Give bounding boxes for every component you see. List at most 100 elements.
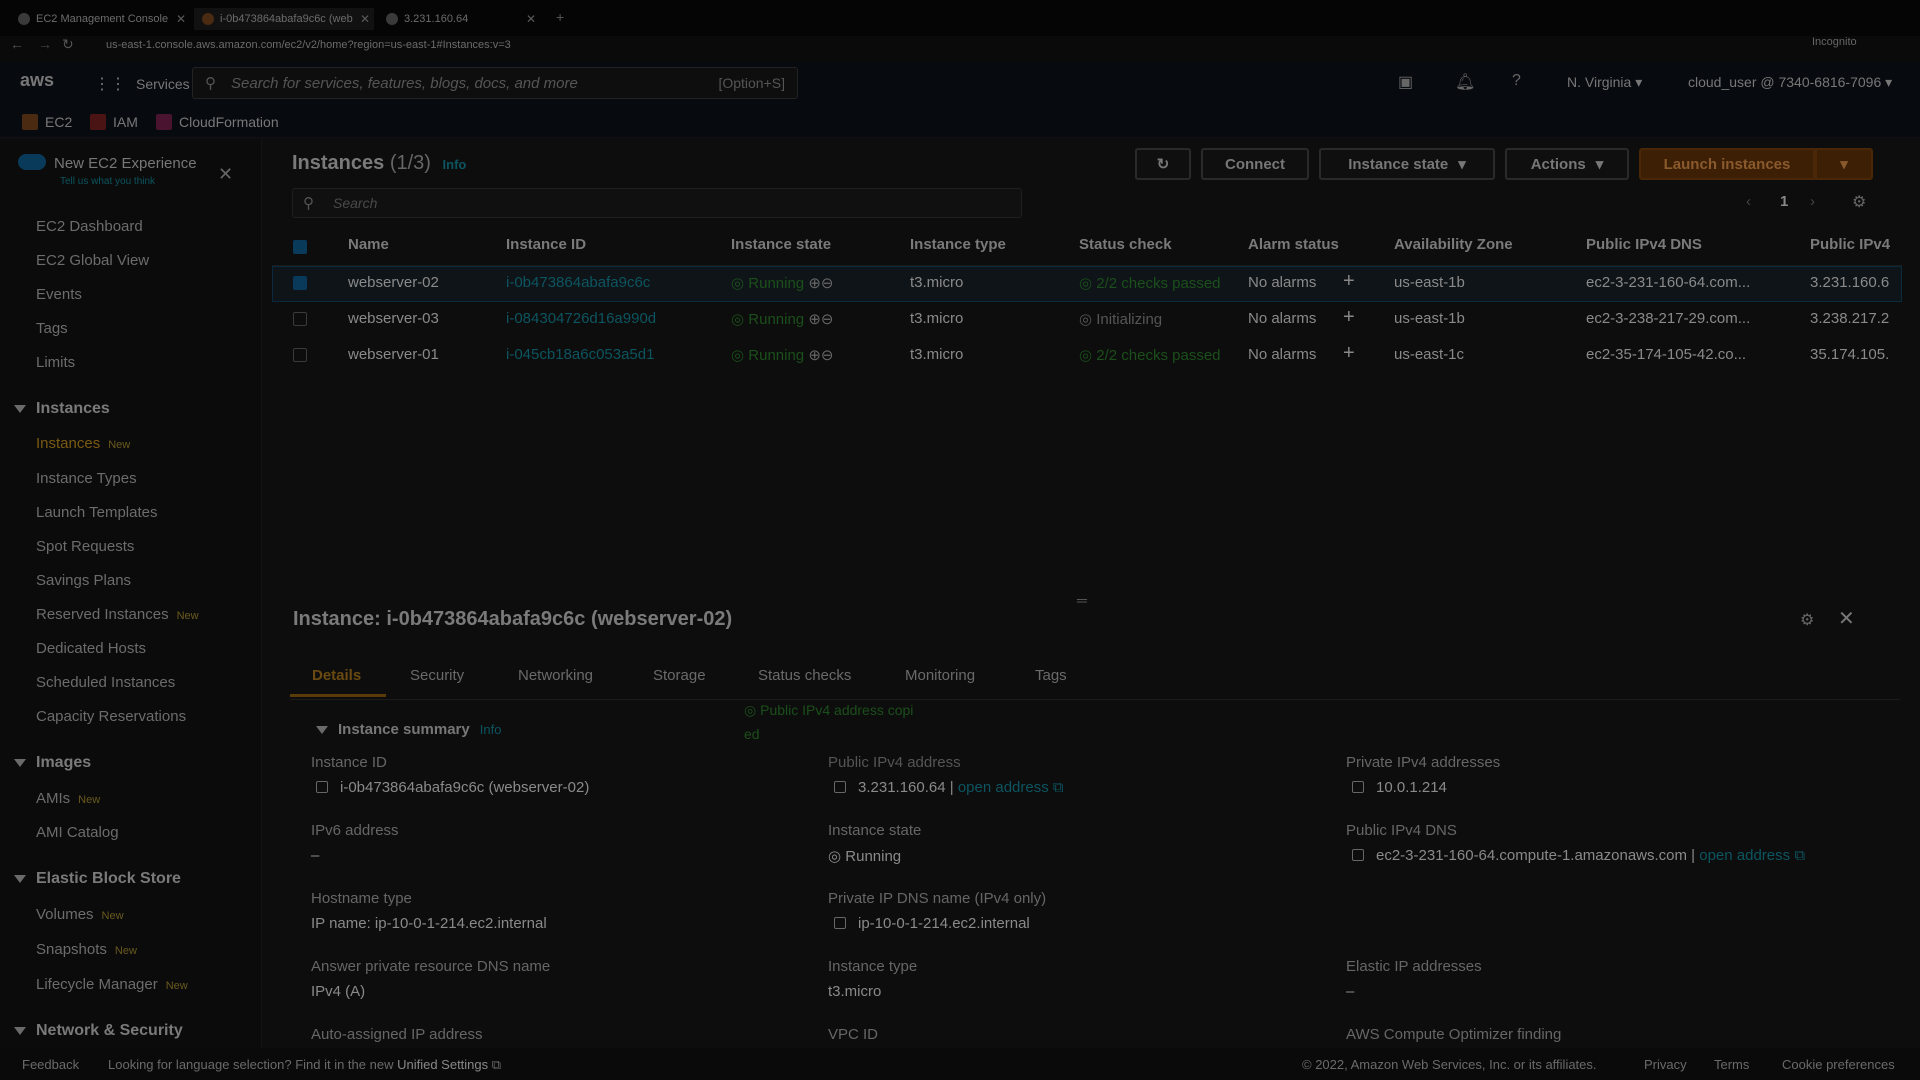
back-icon[interactable]: ← bbox=[10, 36, 24, 52]
close-tab-icon[interactable]: ✕ bbox=[526, 12, 536, 26]
resize-handle-icon[interactable]: ═ bbox=[1077, 592, 1087, 608]
instance-state-button[interactable]: Instance state ▾ bbox=[1319, 148, 1495, 180]
page-number[interactable]: 1 bbox=[1780, 193, 1788, 210]
favorite-ec2[interactable]: EC2 bbox=[22, 114, 72, 130]
column-header[interactable]: Instance type bbox=[910, 236, 1006, 253]
terms-link[interactable]: Terms bbox=[1714, 1057, 1749, 1072]
nav-ec2-dashboard[interactable]: EC2 Dashboard bbox=[36, 218, 143, 235]
close-details-icon[interactable]: ✕ bbox=[1838, 606, 1855, 631]
instance-id-link[interactable]: i-045cb18a6c053a5d1 bbox=[506, 346, 654, 363]
browser-tab-ec2[interactable]: EC2 Management Console ✕ bbox=[10, 8, 190, 30]
row-checkbox[interactable] bbox=[293, 312, 307, 326]
global-search-input[interactable]: ⚲ Search for services, features, blogs, … bbox=[192, 67, 798, 99]
section-instances[interactable]: Instances bbox=[14, 400, 110, 418]
external-link-icon[interactable]: ⧉ bbox=[492, 1057, 501, 1072]
nav-launch-templates[interactable]: Launch Templates bbox=[36, 504, 157, 521]
tab-storage[interactable]: Storage bbox=[653, 667, 706, 684]
copy-icon[interactable] bbox=[834, 781, 846, 793]
section-network-security[interactable]: Network & Security bbox=[14, 1022, 183, 1040]
section-images[interactable]: Images bbox=[14, 754, 91, 772]
settings-gear-icon[interactable]: ⚙ bbox=[1852, 192, 1866, 212]
aws-logo[interactable]: aws bbox=[20, 70, 54, 91]
nav-limits[interactable]: Limits bbox=[36, 354, 75, 371]
next-page-icon[interactable]: › bbox=[1810, 193, 1815, 210]
tab-tags[interactable]: Tags bbox=[1035, 667, 1067, 684]
address-bar[interactable]: us-east-1.console.aws.amazon.com/ec2/v2/… bbox=[88, 36, 1708, 54]
cookie-preferences-link[interactable]: Cookie preferences bbox=[1782, 1057, 1895, 1072]
nav-savings-plans[interactable]: Savings Plans bbox=[36, 572, 131, 589]
column-header[interactable]: Public IPv4 bbox=[1810, 236, 1890, 253]
section-elastic-block-store[interactable]: Elastic Block Store bbox=[14, 870, 181, 888]
external-link-icon[interactable]: ⧉ bbox=[1794, 847, 1805, 864]
nav-ami-catalog[interactable]: AMI Catalog bbox=[36, 824, 119, 841]
connect-button[interactable]: Connect bbox=[1201, 148, 1309, 180]
actions-button[interactable]: Actions ▾ bbox=[1505, 148, 1629, 180]
add-alarm-icon[interactable]: + bbox=[1343, 270, 1355, 293]
column-header[interactable]: Instance ID bbox=[506, 236, 586, 253]
nav-instances[interactable]: Instances New bbox=[36, 435, 130, 452]
instance-id-link[interactable]: i-084304726d16a990d bbox=[506, 310, 656, 327]
copy-icon[interactable] bbox=[1352, 781, 1364, 793]
feedback-link[interactable]: Tell us what you think bbox=[60, 176, 155, 187]
nav-lifecycle-manager[interactable]: Lifecycle Manager New bbox=[36, 976, 188, 993]
nav-events[interactable]: Events bbox=[36, 286, 82, 303]
close-sidebar-icon[interactable]: ✕ bbox=[218, 164, 233, 185]
zoom-icon[interactable]: ⊕⊖ bbox=[808, 347, 833, 364]
reload-icon[interactable]: ↻ bbox=[62, 36, 74, 53]
forward-icon[interactable]: → bbox=[38, 36, 52, 52]
select-all-checkbox[interactable] bbox=[293, 240, 307, 254]
row-checkbox[interactable] bbox=[293, 348, 307, 362]
tab-security[interactable]: Security bbox=[410, 667, 464, 684]
copy-icon[interactable] bbox=[1352, 849, 1364, 861]
feedback-link[interactable]: Feedback bbox=[22, 1057, 79, 1072]
privacy-link[interactable]: Privacy bbox=[1644, 1057, 1687, 1072]
open-address-link[interactable]: open address bbox=[958, 779, 1049, 796]
launch-dropdown-button[interactable]: ▾ bbox=[1815, 148, 1873, 180]
instance-summary-header[interactable]: Instance summary Info bbox=[316, 721, 501, 738]
copy-icon[interactable] bbox=[834, 917, 846, 929]
browser-tab-instance[interactable]: i-0b473864abafa9c6c (web ✕ bbox=[194, 8, 374, 30]
favorite-cloudformation[interactable]: CloudFormation bbox=[156, 114, 279, 130]
info-link[interactable]: Info bbox=[480, 722, 502, 737]
cloudshell-icon[interactable]: ▣ bbox=[1398, 72, 1413, 92]
tab-networking[interactable]: Networking bbox=[518, 667, 593, 684]
instance-id-link[interactable]: i-0b473864abafa9c6c bbox=[506, 274, 650, 291]
nav-tags[interactable]: Tags bbox=[36, 320, 68, 337]
open-address-link[interactable]: open address bbox=[1699, 847, 1790, 864]
nav-ec2-global-view[interactable]: EC2 Global View bbox=[36, 252, 149, 269]
info-link[interactable]: Info bbox=[443, 157, 467, 172]
services-menu[interactable]: ⋮⋮ Services bbox=[94, 74, 190, 94]
column-header[interactable]: Alarm status bbox=[1248, 236, 1339, 253]
column-header[interactable]: Name bbox=[348, 236, 389, 253]
close-tab-icon[interactable]: ✕ bbox=[360, 12, 370, 26]
settings-gear-icon[interactable]: ⚙ bbox=[1800, 610, 1814, 630]
nav-spot-requests[interactable]: Spot Requests bbox=[36, 538, 134, 555]
nav-snapshots[interactable]: Snapshots New bbox=[36, 941, 137, 958]
prev-page-icon[interactable]: ‹ bbox=[1746, 193, 1751, 210]
copy-icon[interactable] bbox=[316, 781, 328, 793]
tab-monitoring[interactable]: Monitoring bbox=[905, 667, 975, 684]
refresh-button[interactable]: ↻ bbox=[1135, 148, 1191, 180]
instances-search-input[interactable]: ⚲ Search bbox=[292, 188, 1022, 218]
close-tab-icon[interactable]: ✕ bbox=[176, 12, 186, 26]
browser-tab-ip[interactable]: 3.231.160.64 ✕ bbox=[378, 8, 540, 30]
row-checkbox[interactable] bbox=[293, 276, 307, 290]
favorite-iam[interactable]: IAM bbox=[90, 114, 138, 130]
new-tab-icon[interactable]: + bbox=[556, 9, 564, 25]
nav-instance-types[interactable]: Instance Types bbox=[36, 470, 137, 487]
unified-settings-link[interactable]: Unified Settings bbox=[397, 1057, 488, 1072]
launch-instances-button[interactable]: Launch instances bbox=[1639, 148, 1815, 180]
column-header[interactable]: Public IPv4 DNS bbox=[1586, 236, 1702, 253]
column-header[interactable]: Availability Zone bbox=[1394, 236, 1513, 253]
zoom-icon[interactable]: ⊕⊖ bbox=[808, 275, 833, 292]
add-alarm-icon[interactable]: + bbox=[1343, 342, 1355, 365]
nav-capacity-reservations[interactable]: Capacity Reservations bbox=[36, 708, 186, 725]
nav-reserved-instances[interactable]: Reserved Instances New bbox=[36, 606, 199, 623]
add-alarm-icon[interactable]: + bbox=[1343, 306, 1355, 329]
tab-details[interactable]: Details bbox=[312, 667, 361, 684]
tab-status-checks[interactable]: Status checks bbox=[758, 667, 851, 684]
column-header[interactable]: Instance state bbox=[731, 236, 831, 253]
nav-volumes[interactable]: Volumes New bbox=[36, 906, 124, 923]
nav-amis[interactable]: AMIs New bbox=[36, 790, 100, 807]
column-header[interactable]: Status check bbox=[1079, 236, 1172, 253]
